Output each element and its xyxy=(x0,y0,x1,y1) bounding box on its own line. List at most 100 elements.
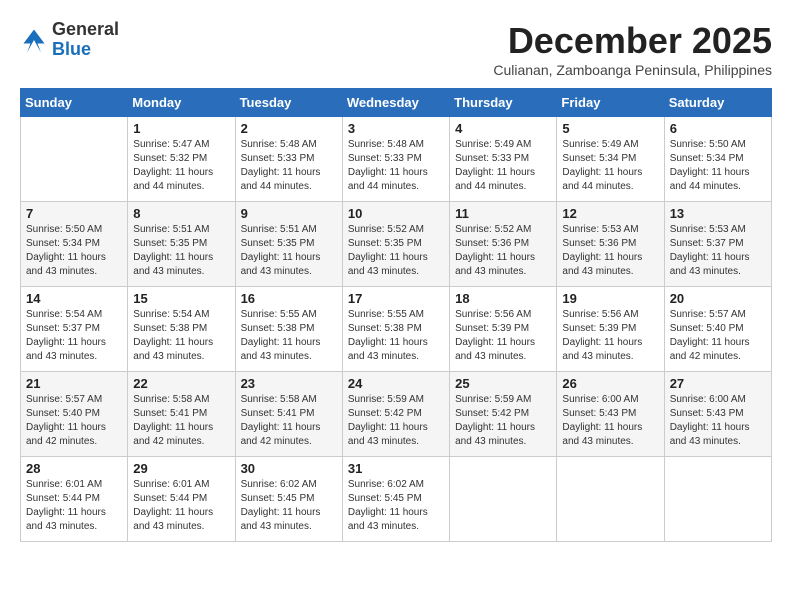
day-number: 16 xyxy=(241,291,337,306)
day-number: 24 xyxy=(348,376,444,391)
calendar-cell: 14 Sunrise: 5:54 AM Sunset: 5:37 PM Dayli… xyxy=(21,287,128,372)
day-number: 26 xyxy=(562,376,658,391)
calendar-cell: 6Sunrise: 5:50 AM Sunset: 5:34 PM Daylig… xyxy=(664,117,771,202)
day-info: Sunrise: 5:52 AM Sunset: 5:35 PM Dayligh… xyxy=(348,223,444,279)
header-day: Tuesday xyxy=(235,89,342,117)
calendar-cell: 27Sunrise: 6:00 AM Sunset: 5:43 PM Dayli… xyxy=(664,372,771,457)
day-info: Sunrise: 5:51 AM Sunset: 5:35 PM Dayligh… xyxy=(241,223,337,279)
calendar-cell: 23Sunrise: 5:58 AM Sunset: 5:41 PM Dayli… xyxy=(235,372,342,457)
header-day: Thursday xyxy=(450,89,557,117)
day-number: 15 xyxy=(133,291,229,306)
calendar-cell xyxy=(557,457,664,542)
day-number: 18 xyxy=(455,291,551,306)
day-number: 9 xyxy=(241,206,337,221)
calendar-cell: 10Sunrise: 5:52 AM Sunset: 5:35 PM Dayli… xyxy=(342,202,449,287)
day-number: 8 xyxy=(133,206,229,221)
calendar-cell: 29 Sunrise: 6:01 AM Sunset: 5:44 PM Dayli… xyxy=(128,457,235,542)
day-number: 27 xyxy=(670,376,766,391)
logo: General Blue xyxy=(20,20,119,60)
day-number: 1 xyxy=(133,121,229,136)
day-info: Sunrise: 6:00 AM Sunset: 5:43 PM Dayligh… xyxy=(562,393,658,449)
header-day: Monday xyxy=(128,89,235,117)
calendar-cell: 13Sunrise: 5:53 AM Sunset: 5:37 PM Dayli… xyxy=(664,202,771,287)
day-info: Sunrise: 5:48 AM Sunset: 5:33 PM Dayligh… xyxy=(241,138,337,194)
month-title: December 2025 xyxy=(493,20,772,62)
day-number: 14 xyxy=(26,291,122,306)
day-number: 21 xyxy=(26,376,122,391)
logo-general: General xyxy=(52,20,119,40)
day-info: Sunrise: 5:59 AM Sunset: 5:42 PM Dayligh… xyxy=(348,393,444,449)
day-number: 25 xyxy=(455,376,551,391)
calendar-cell xyxy=(21,117,128,202)
calendar-cell: 17Sunrise: 5:55 AM Sunset: 5:38 PM Dayli… xyxy=(342,287,449,372)
day-info: Sunrise: 5:56 AM Sunset: 5:39 PM Dayligh… xyxy=(455,308,551,364)
day-info: Sunrise: 5:49 AM Sunset: 5:33 PM Dayligh… xyxy=(455,138,551,194)
calendar-cell: 15 Sunrise: 5:54 AM Sunset: 5:38 PM Dayli… xyxy=(128,287,235,372)
calendar-cell: 25 Sunrise: 5:59 AM Sunset: 5:42 PM Dayli… xyxy=(450,372,557,457)
location-title: Culianan, Zamboanga Peninsula, Philippin… xyxy=(493,62,772,78)
day-info: Sunrise: 5:52 AM Sunset: 5:36 PM Dayligh… xyxy=(455,223,551,279)
day-number: 11 xyxy=(455,206,551,221)
day-info: Sunrise: 5:50 AM Sunset: 5:34 PM Dayligh… xyxy=(26,223,122,279)
calendar-week-row: 1 Sunrise: 5:47 AM Sunset: 5:32 PM Daylig… xyxy=(21,117,772,202)
page-header: General Blue December 2025 Culianan, Zam… xyxy=(20,20,772,78)
calendar-cell xyxy=(450,457,557,542)
calendar-cell: 31Sunrise: 6:02 AM Sunset: 5:45 PM Dayli… xyxy=(342,457,449,542)
day-info: Sunrise: 5:48 AM Sunset: 5:33 PM Dayligh… xyxy=(348,138,444,194)
day-info: Sunrise: 5:55 AM Sunset: 5:38 PM Dayligh… xyxy=(241,308,337,364)
day-number: 4 xyxy=(455,121,551,136)
day-number: 22 xyxy=(133,376,229,391)
day-number: 28 xyxy=(26,461,122,476)
day-number: 20 xyxy=(670,291,766,306)
calendar-cell: 7 Sunrise: 5:50 AM Sunset: 5:34 PM Daylig… xyxy=(21,202,128,287)
day-info: Sunrise: 5:58 AM Sunset: 5:41 PM Dayligh… xyxy=(133,393,229,449)
calendar-cell: 19Sunrise: 5:56 AM Sunset: 5:39 PM Dayli… xyxy=(557,287,664,372)
calendar-week-row: 7 Sunrise: 5:50 AM Sunset: 5:34 PM Daylig… xyxy=(21,202,772,287)
calendar-cell xyxy=(664,457,771,542)
day-number: 29 xyxy=(133,461,229,476)
calendar-cell: 11 Sunrise: 5:52 AM Sunset: 5:36 PM Dayli… xyxy=(450,202,557,287)
calendar-cell: 1 Sunrise: 5:47 AM Sunset: 5:32 PM Daylig… xyxy=(128,117,235,202)
day-info: Sunrise: 6:01 AM Sunset: 5:44 PM Dayligh… xyxy=(133,478,229,534)
calendar-cell: 18 Sunrise: 5:56 AM Sunset: 5:39 PM Dayli… xyxy=(450,287,557,372)
day-number: 7 xyxy=(26,206,122,221)
day-info: Sunrise: 5:53 AM Sunset: 5:37 PM Dayligh… xyxy=(670,223,766,279)
calendar-cell: 3 Sunrise: 5:48 AM Sunset: 5:33 PM Daylig… xyxy=(342,117,449,202)
calendar-cell: 16 Sunrise: 5:55 AM Sunset: 5:38 PM Dayli… xyxy=(235,287,342,372)
header-day: Wednesday xyxy=(342,89,449,117)
day-number: 6 xyxy=(670,121,766,136)
day-number: 2 xyxy=(241,121,337,136)
logo-text: General Blue xyxy=(52,20,119,60)
day-info: Sunrise: 5:49 AM Sunset: 5:34 PM Dayligh… xyxy=(562,138,658,194)
day-number: 31 xyxy=(348,461,444,476)
logo-blue: Blue xyxy=(52,40,119,60)
calendar-cell: 20Sunrise: 5:57 AM Sunset: 5:40 PM Dayli… xyxy=(664,287,771,372)
header-day: Saturday xyxy=(664,89,771,117)
calendar-cell: 24 Sunrise: 5:59 AM Sunset: 5:42 PM Dayli… xyxy=(342,372,449,457)
calendar-week-row: 14 Sunrise: 5:54 AM Sunset: 5:37 PM Dayli… xyxy=(21,287,772,372)
day-number: 3 xyxy=(348,121,444,136)
day-info: Sunrise: 5:47 AM Sunset: 5:32 PM Dayligh… xyxy=(133,138,229,194)
day-number: 12 xyxy=(562,206,658,221)
calendar-week-row: 21 Sunrise: 5:57 AM Sunset: 5:40 PM Dayli… xyxy=(21,372,772,457)
day-number: 5 xyxy=(562,121,658,136)
day-info: Sunrise: 6:01 AM Sunset: 5:44 PM Dayligh… xyxy=(26,478,122,534)
day-info: Sunrise: 5:59 AM Sunset: 5:42 PM Dayligh… xyxy=(455,393,551,449)
calendar-cell: 30 Sunrise: 6:02 AM Sunset: 5:45 PM Dayli… xyxy=(235,457,342,542)
calendar-cell: 4 Sunrise: 5:49 AM Sunset: 5:33 PM Daylig… xyxy=(450,117,557,202)
calendar-cell: 12Sunrise: 5:53 AM Sunset: 5:36 PM Dayli… xyxy=(557,202,664,287)
day-info: Sunrise: 6:02 AM Sunset: 5:45 PM Dayligh… xyxy=(241,478,337,534)
day-info: Sunrise: 5:54 AM Sunset: 5:38 PM Dayligh… xyxy=(133,308,229,364)
day-number: 30 xyxy=(241,461,337,476)
calendar-cell: 8 Sunrise: 5:51 AM Sunset: 5:35 PM Daylig… xyxy=(128,202,235,287)
title-area: December 2025 Culianan, Zamboanga Penins… xyxy=(493,20,772,78)
calendar-table: SundayMondayTuesdayWednesdayThursdayFrid… xyxy=(20,88,772,542)
day-info: Sunrise: 5:57 AM Sunset: 5:40 PM Dayligh… xyxy=(26,393,122,449)
day-info: Sunrise: 5:54 AM Sunset: 5:37 PM Dayligh… xyxy=(26,308,122,364)
calendar-header-row: SundayMondayTuesdayWednesdayThursdayFrid… xyxy=(21,89,772,117)
calendar-cell: 9 Sunrise: 5:51 AM Sunset: 5:35 PM Daylig… xyxy=(235,202,342,287)
day-info: Sunrise: 5:55 AM Sunset: 5:38 PM Dayligh… xyxy=(348,308,444,364)
calendar-cell: 22 Sunrise: 5:58 AM Sunset: 5:41 PM Dayli… xyxy=(128,372,235,457)
calendar-cell: 5 Sunrise: 5:49 AM Sunset: 5:34 PM Daylig… xyxy=(557,117,664,202)
day-info: Sunrise: 5:51 AM Sunset: 5:35 PM Dayligh… xyxy=(133,223,229,279)
